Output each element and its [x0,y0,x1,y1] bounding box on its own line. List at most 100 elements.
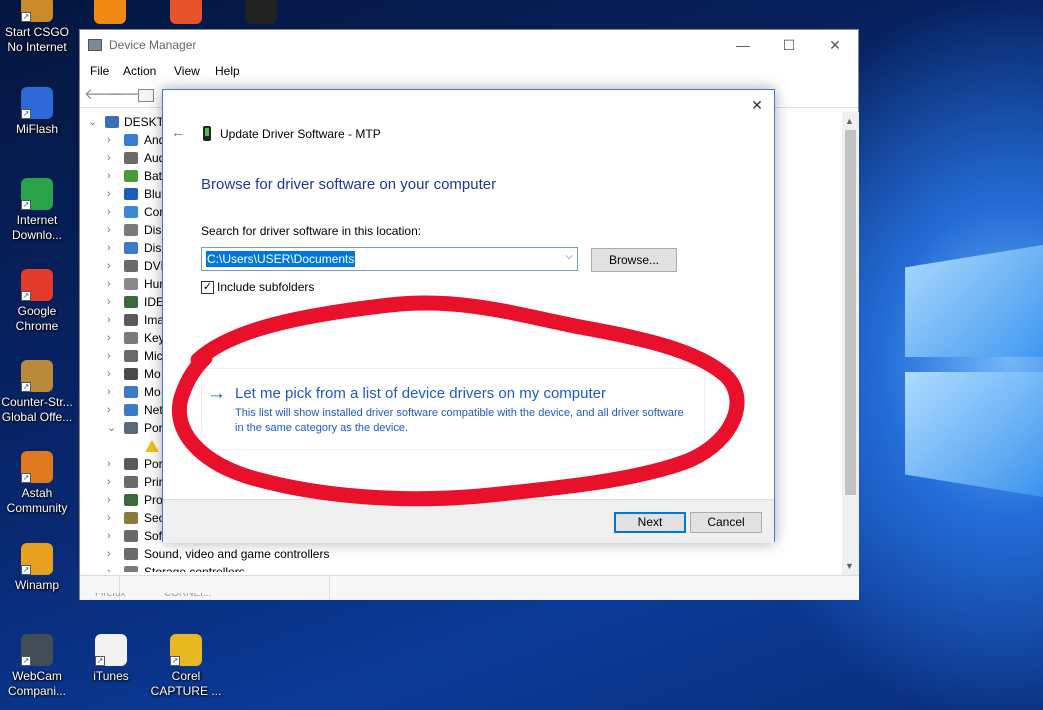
device-category-icon [124,404,138,416]
update-driver-dialog[interactable]: ✕ ← Update Driver Software - MTP Browse … [162,89,775,543]
shortcut-arrow-icon: ↗ [21,656,31,666]
desktop-icon[interactable]: ↗ iTunes [74,634,148,684]
dialog-heading: Browse for driver software on your compu… [201,176,497,193]
back-arrow-icon[interactable]: 🡐 [84,87,124,103]
forward-arrow-icon[interactable]: 🡒 [106,87,146,103]
desktop-icon[interactable]: ↗ Winamp [0,543,74,593]
chevron-right-icon[interactable]: › [107,257,111,275]
itunes-icon: ↗ [95,634,127,666]
next-button[interactable]: Next [614,512,686,533]
internet-download-manager-icon: ↗ [21,178,53,210]
close-button[interactable]: ✕ [812,30,858,60]
chevron-right-icon[interactable]: › [107,185,111,203]
desktop-icon[interactable]: ↗ Counter-Str... Global Offe... [0,360,74,425]
properties-icon[interactable] [138,89,154,102]
menu-view[interactable]: View [174,64,200,78]
dialog-close-button[interactable]: ✕ [746,94,768,116]
chevron-right-icon[interactable]: › [107,275,111,293]
scroll-up-icon[interactable]: ▲ [845,116,854,126]
device-category-icon [124,350,138,362]
driver-path-combobox[interactable]: C:\Users\USER\Documents ⌵ [201,247,578,271]
vertical-scrollbar[interactable]: ▲ ▼ [842,112,859,575]
desktop-icon[interactable]: ↗ Google Chrome [0,269,74,334]
chevron-right-icon[interactable]: › [107,347,111,365]
desktop-icon[interactable]: ↗ WebCam Compani... [0,634,74,699]
tree-item-label: Mo [144,385,161,399]
browse-button[interactable]: Browse... [591,248,677,272]
pick-from-list-title[interactable]: Let me pick from a list of device driver… [235,385,606,402]
desktop-icon[interactable]: ↗ MiFlash [0,87,74,137]
chevron-down-icon[interactable]: ⌄ [88,113,97,131]
chevron-right-icon[interactable]: › [107,473,111,491]
tree-item-label: Sound, video and game controllers [144,547,330,561]
desktop-icon[interactable]: ↗ Start CSGO No Internet [0,0,74,55]
maximize-button[interactable]: ☐ [766,30,812,60]
chevron-down-icon[interactable]: ⌵ [565,251,573,262]
menu-file[interactable]: File [90,64,109,78]
chevron-right-icon[interactable]: › [107,563,111,572]
tree-item-label: IDE [144,295,165,309]
tree-item-label: Por [144,421,163,435]
desktop-icon-label: Astah Community [6,486,68,515]
scroll-down-icon[interactable]: ▼ [845,561,854,571]
back-arrow-icon[interactable]: ← [171,124,186,141]
desktop-icon[interactable]: ↗ Astah Community [0,451,74,516]
csgo-icon: ↗ [21,0,53,22]
astah-icon: ↗ [21,451,53,483]
tree-item-label: Net [144,403,163,417]
menu-help[interactable]: Help [215,64,240,78]
cancel-button[interactable]: Cancel [690,512,762,533]
chevron-right-icon[interactable]: › [107,167,111,185]
tree-item[interactable]: › Sound, video and game controllers [80,545,842,563]
device-category-icon [124,278,138,290]
miflash-shield-icon: ↗ [21,87,53,119]
tree-item-label: Hur [144,277,164,291]
dialog-footer: Next Cancel [163,499,774,543]
shortcut-arrow-icon: ↗ [21,12,31,22]
device-manager-titlebar[interactable]: Device Manager — ☐ ✕ [80,30,858,60]
desktop-icon[interactable]: ↗ Internet Downlo... [0,178,74,243]
pick-from-list-option[interactable]: → Let me pick from a list of device driv… [201,368,705,450]
blackberry-icon[interactable] [245,0,277,24]
tree-item-label: Prir [144,475,163,489]
chevron-right-icon[interactable]: › [107,221,111,239]
driver-path-value[interactable]: C:\Users\USER\Documents [206,251,356,267]
chevron-right-icon[interactable]: › [107,545,111,563]
minimize-button[interactable]: — [720,30,766,60]
checkbox-checked-icon[interactable]: ✓ [201,281,214,294]
chevron-right-icon[interactable]: › [107,311,111,329]
desktop-icon[interactable]: ↗ Corel CAPTURE ... [149,634,223,699]
chevron-right-icon[interactable]: › [107,239,111,257]
menu-action[interactable]: Action [123,64,156,78]
chevron-right-icon[interactable]: › [107,491,111,509]
windows-logo-pane [905,372,1043,497]
desktop-icon-label: Internet Downlo... [11,213,63,242]
chevron-right-icon[interactable]: › [107,149,111,167]
desktop-icon-label: WebCam Compani... [7,669,67,698]
chevron-right-icon[interactable]: › [107,455,111,473]
chevron-right-icon[interactable]: › [107,365,111,383]
chevron-right-icon[interactable]: › [107,509,111,527]
device-category-icon [124,170,138,182]
device-category-icon [124,548,138,560]
chevron-right-icon[interactable]: › [107,527,111,545]
device-category-icon [124,224,138,236]
tree-item[interactable]: › Storage controllers [80,563,842,572]
shortcut-arrow-icon: ↗ [21,200,31,210]
chevron-right-icon[interactable]: › [107,203,111,221]
chevron-right-icon[interactable]: › [107,383,111,401]
device-category-icon [124,566,138,572]
chevron-down-icon[interactable]: ⌄ [107,419,116,437]
camera-app-icon[interactable] [170,0,202,24]
desktop-icon-label: Start CSGO No Internet [4,25,69,54]
winamp-icon: ↗ [21,543,53,575]
chevron-right-icon[interactable]: › [107,131,111,149]
corel-capture-icon: ↗ [170,634,202,666]
chevron-right-icon[interactable]: › [107,293,111,311]
scrollbar-thumb[interactable] [845,130,856,495]
chevron-right-icon[interactable]: › [107,401,111,419]
shortcut-arrow-icon: ↗ [170,656,180,666]
vlc-icon[interactable] [94,0,126,24]
chevron-right-icon[interactable]: › [107,329,111,347]
counter-strike-icon: ↗ [21,360,53,392]
